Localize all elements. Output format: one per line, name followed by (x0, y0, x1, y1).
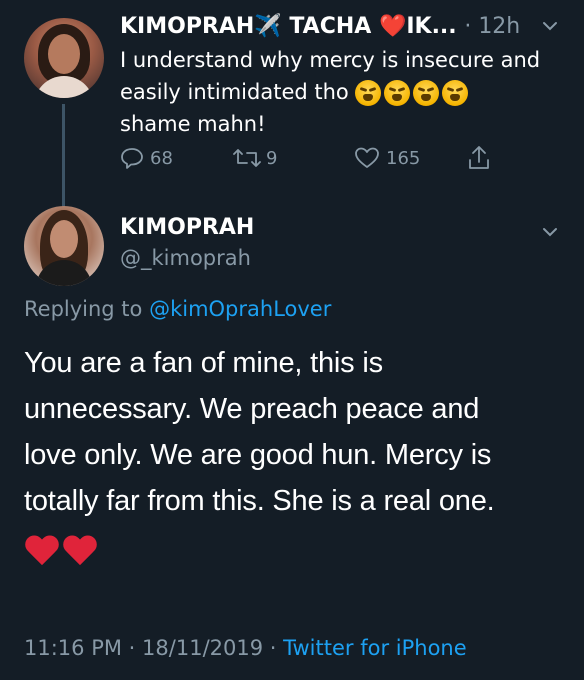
tweet-meta: 11:16 PM · 18/11/2019 · Twitter for iPho… (24, 636, 467, 660)
meta-separator: · (269, 636, 277, 660)
weary-face-icon (384, 80, 411, 106)
tweet-body-line: You are a fan of mine, this is (24, 347, 383, 379)
avatar[interactable] (24, 206, 104, 286)
tweet-source[interactable]: Twitter for iPhone (283, 636, 467, 660)
tweet-body-line: totally far from this. She is a real one… (24, 485, 495, 517)
reply-text-line: easily intimidated tho (120, 76, 570, 108)
tweet-body: You are a fan of mine, this is unnecessa… (24, 340, 564, 568)
retweet-action[interactable]: 9 (232, 144, 277, 172)
thread-line (62, 104, 65, 214)
reply-text: I understand why mercy is insecure and e… (120, 44, 570, 140)
reply-text-line: shame mahn! (120, 112, 266, 136)
timestamp[interactable]: · 12h (464, 14, 520, 39)
reply-header: KIMOPRAH✈️ TACHA ❤️IK... · 12h (120, 14, 570, 44)
avatar[interactable] (24, 18, 104, 98)
meta-separator: · (128, 636, 136, 660)
replying-to-link[interactable]: @kimOprahLover (149, 297, 331, 321)
reply-text-fragment: easily intimidated tho (120, 80, 349, 104)
tweet-date[interactable]: 18/11/2019 (142, 636, 263, 660)
author-handle[interactable]: @_kimoprah (120, 246, 251, 270)
retweet-icon (233, 149, 261, 167)
display-name[interactable]: KIMOPRAH✈️ TACHA ❤️IK... (120, 14, 457, 39)
chevron-down-icon[interactable] (540, 16, 560, 36)
tweet-body-line: love only. We are good hun. Mercy is (24, 439, 492, 471)
reply-count: 68 (150, 147, 173, 169)
tweet-body-line: unnecessary. We preach peace and (24, 393, 480, 425)
weary-face-icon (442, 80, 469, 106)
hearts-line (24, 528, 564, 568)
retweet-count: 9 (266, 147, 278, 169)
red-heart-icon (24, 536, 60, 568)
chevron-down-icon[interactable] (540, 222, 560, 242)
share-icon[interactable] (466, 144, 492, 172)
like-count: 165 (386, 147, 421, 169)
like-action[interactable]: 165 (354, 144, 420, 172)
reply-icon (121, 148, 143, 169)
reply-text-line: I understand why mercy is insecure and (120, 48, 541, 72)
red-heart-icon (62, 536, 98, 568)
reply-action[interactable]: 68 (120, 144, 173, 172)
author-name[interactable]: KIMOPRAH (120, 215, 254, 240)
replying-prefix: Replying to (24, 297, 150, 321)
like-icon (355, 147, 379, 168)
weary-face-icon (355, 80, 382, 106)
tweet-time[interactable]: 11:16 PM (24, 636, 122, 660)
weary-face-icon (413, 80, 440, 106)
replying-to: Replying to @kimOprahLover (24, 297, 331, 321)
